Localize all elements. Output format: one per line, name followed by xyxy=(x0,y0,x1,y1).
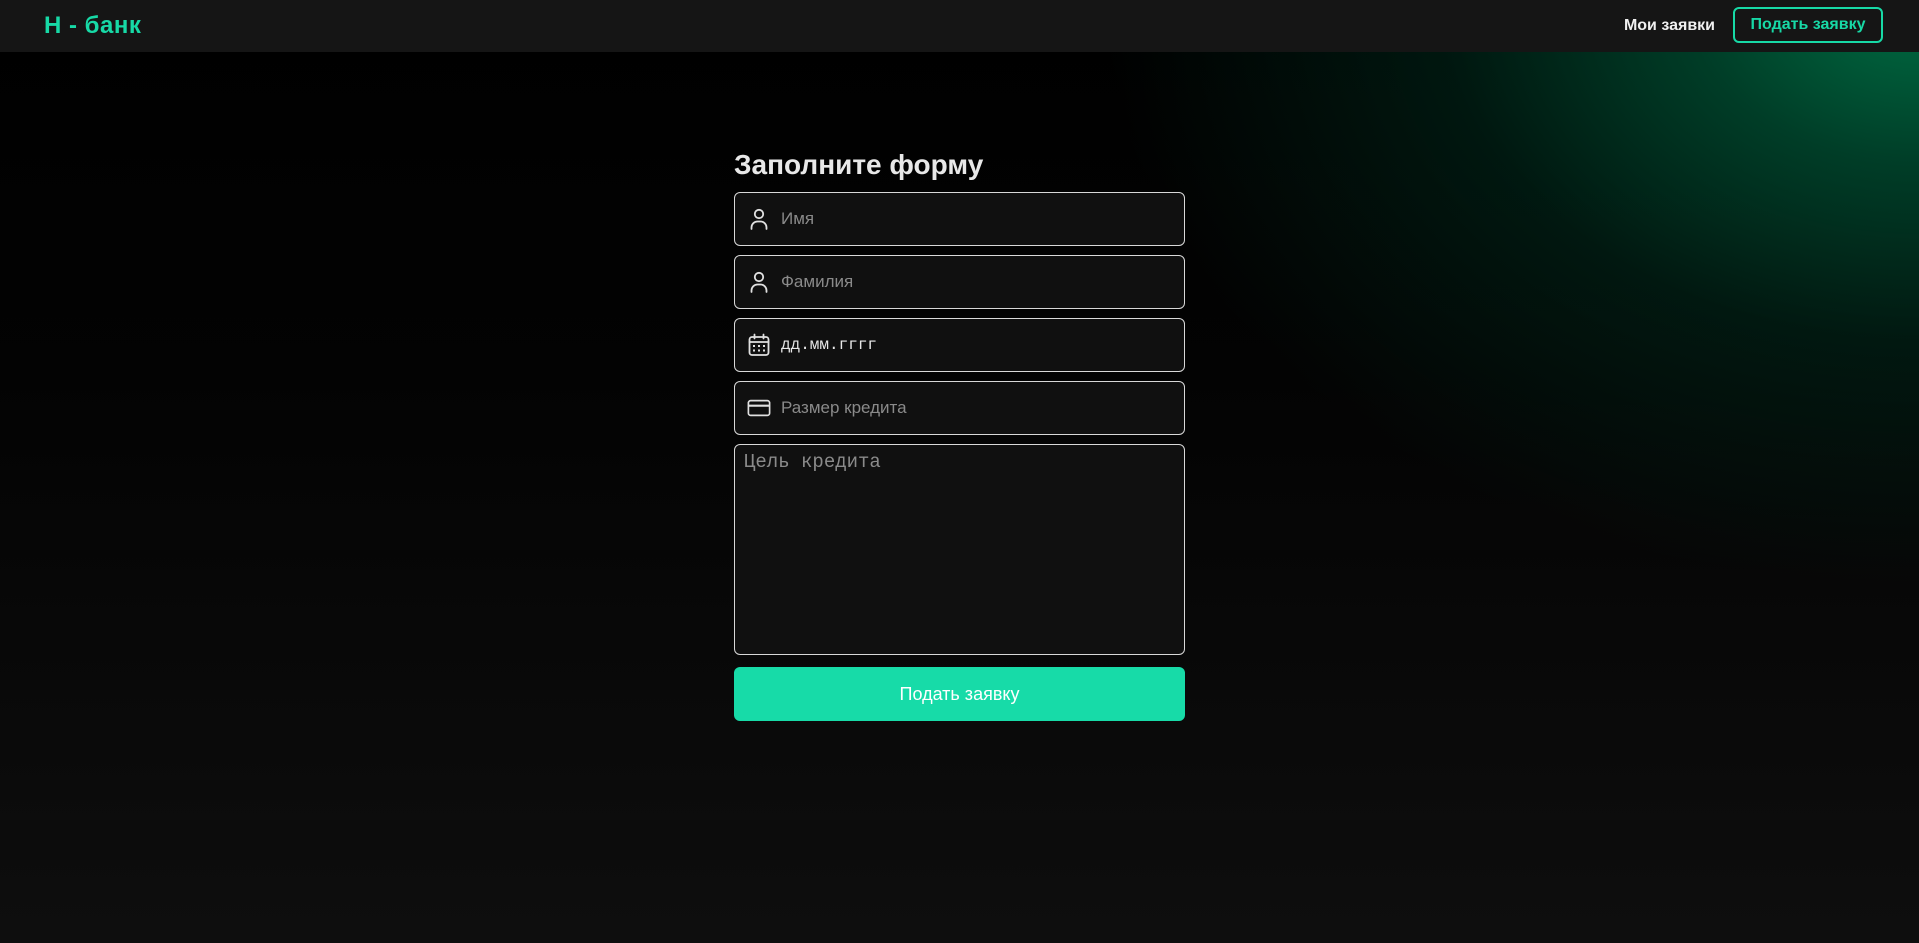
credit-card-icon xyxy=(747,396,771,420)
brand-logo[interactable]: Н - банк xyxy=(44,12,141,40)
credit-purpose-textarea[interactable] xyxy=(734,444,1185,655)
my-requests-link[interactable]: Мои заявки xyxy=(1624,16,1715,36)
birth-date-input[interactable]: дд.мм.гггг xyxy=(781,336,877,354)
credit-application-form: Заполните форму Имя Фамилия дд.мм.гггг Р… xyxy=(734,146,1185,721)
top-navbar: Н - банк Мои заявки Подать заявку xyxy=(0,0,1919,52)
calendar-icon[interactable] xyxy=(747,333,771,357)
user-icon xyxy=(747,207,771,231)
credit-amount-input[interactable] xyxy=(781,382,1184,434)
form-title: Заполните форму xyxy=(734,149,984,180)
last-name-input[interactable] xyxy=(781,256,1184,308)
first-name-input[interactable] xyxy=(781,193,1184,245)
birth-date-field[interactable]: дд.мм.гггг xyxy=(734,318,1185,372)
user-icon xyxy=(747,270,771,294)
credit-amount-field[interactable] xyxy=(734,381,1185,435)
last-name-field[interactable] xyxy=(734,255,1185,309)
first-name-field[interactable] xyxy=(734,192,1185,246)
submit-request-nav-button[interactable]: Подать заявку xyxy=(1733,7,1883,43)
submit-request-button[interactable]: Подать заявку xyxy=(734,667,1185,721)
